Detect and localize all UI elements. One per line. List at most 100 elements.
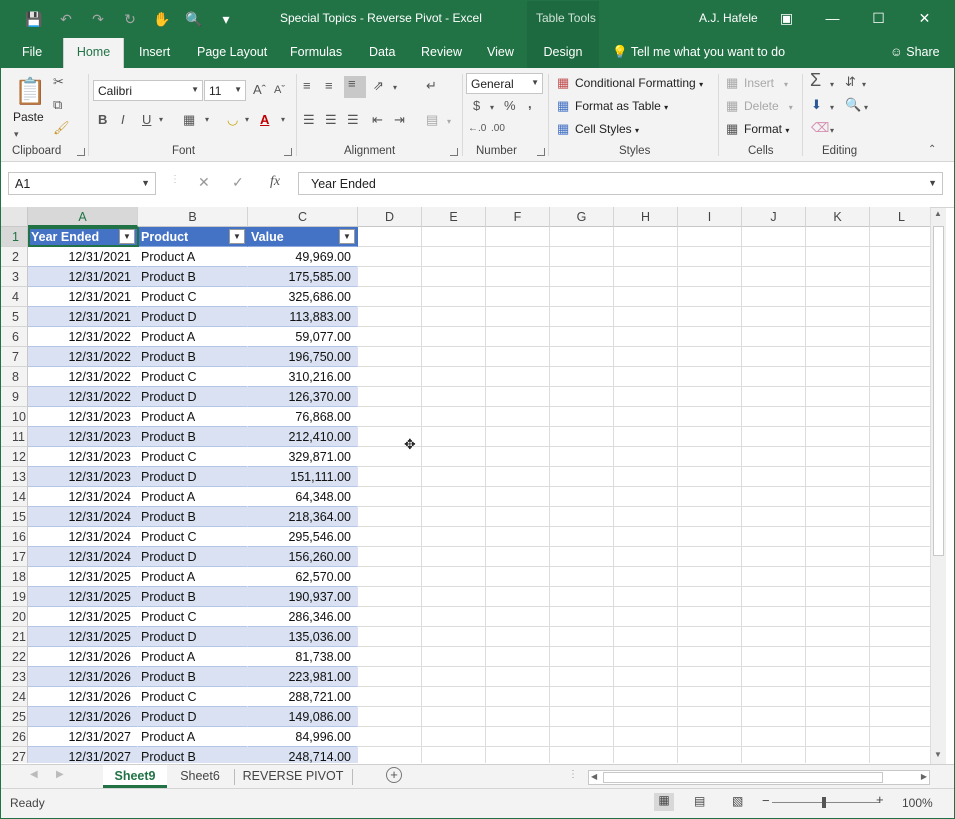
empty-cell[interactable] (806, 267, 870, 287)
empty-cell[interactable] (806, 707, 870, 727)
empty-cell[interactable] (486, 387, 550, 407)
column-header[interactable]: J (742, 207, 806, 227)
empty-cell[interactable] (550, 727, 614, 747)
product-cell[interactable]: Product C (138, 527, 248, 547)
empty-cell[interactable] (422, 527, 486, 547)
empty-cell[interactable] (422, 647, 486, 667)
fill-dropdown-icon[interactable]: ▾ (830, 100, 834, 116)
empty-cell[interactable] (614, 287, 678, 307)
empty-cell[interactable] (486, 667, 550, 687)
empty-cell[interactable] (870, 447, 930, 467)
empty-cell[interactable] (806, 727, 870, 747)
empty-cell[interactable] (678, 247, 742, 267)
product-cell[interactable]: Product A (138, 327, 248, 347)
align-top-icon[interactable]: ≡ (303, 78, 311, 94)
product-cell[interactable]: Product B (138, 747, 248, 763)
empty-cell[interactable] (806, 287, 870, 307)
empty-cell[interactable] (742, 387, 806, 407)
empty-cell[interactable] (870, 547, 930, 567)
row-header[interactable]: 22 (0, 647, 28, 667)
orientation-dropdown-icon[interactable]: ▾ (393, 80, 397, 96)
product-cell[interactable]: Product C (138, 447, 248, 467)
empty-cell[interactable] (806, 327, 870, 347)
row-header[interactable]: 1 (0, 227, 28, 247)
sheet-tab-reverse-pivot[interactable]: REVERSE PIVOT (240, 765, 346, 788)
insert-cells-icon[interactable]: ▦ (726, 75, 738, 91)
empty-cell[interactable] (614, 487, 678, 507)
empty-cell[interactable] (614, 267, 678, 287)
minimize-icon[interactable]: — (810, 0, 855, 36)
empty-cell[interactable] (422, 547, 486, 567)
value-cell[interactable]: 149,086.00 (248, 707, 358, 727)
product-cell[interactable]: Product C (138, 687, 248, 707)
empty-cell[interactable] (742, 327, 806, 347)
empty-cell[interactable] (870, 427, 930, 447)
decrease-indent-icon[interactable]: ⇤ (372, 112, 383, 128)
empty-cell[interactable] (486, 227, 550, 247)
copy-icon[interactable]: ⧉ (53, 97, 62, 113)
value-cell[interactable]: 156,260.00 (248, 547, 358, 567)
empty-cell[interactable] (806, 467, 870, 487)
empty-cell[interactable] (678, 227, 742, 247)
empty-cell[interactable] (806, 307, 870, 327)
tab-review[interactable]: Review (421, 38, 463, 68)
empty-cell[interactable] (742, 447, 806, 467)
filter-dropdown-icon[interactable]: ▼ (229, 229, 245, 244)
normal-view-icon[interactable]: ▦ (654, 793, 674, 811)
split-handle-icon[interactable]: ⋮ (568, 769, 578, 780)
repeat-icon[interactable]: ↻ (114, 8, 146, 30)
empty-cell[interactable] (742, 507, 806, 527)
empty-cell[interactable] (550, 607, 614, 627)
empty-cell[interactable] (486, 627, 550, 647)
empty-cell[interactable] (550, 527, 614, 547)
empty-cell[interactable] (742, 527, 806, 547)
empty-cell[interactable] (486, 507, 550, 527)
empty-cell[interactable] (486, 707, 550, 727)
horizontal-scroll-thumb[interactable] (603, 772, 883, 783)
number-format-select[interactable]: General ▼ (466, 73, 543, 94)
empty-cell[interactable] (614, 347, 678, 367)
date-cell[interactable]: 12/31/2021 (28, 287, 138, 307)
row-header[interactable]: 10 (0, 407, 28, 427)
empty-cell[interactable] (870, 347, 930, 367)
value-cell[interactable]: 288,721.00 (248, 687, 358, 707)
empty-cell[interactable] (806, 487, 870, 507)
date-cell[interactable]: 12/31/2027 (28, 727, 138, 747)
empty-cell[interactable] (550, 667, 614, 687)
table-header-cell[interactable]: Value ▼ (248, 227, 358, 247)
empty-cell[interactable] (358, 307, 422, 327)
date-cell[interactable]: 12/31/2021 (28, 247, 138, 267)
font-color-icon[interactable]: A (260, 112, 269, 128)
empty-cell[interactable] (358, 527, 422, 547)
empty-cell[interactable] (678, 287, 742, 307)
merge-center-icon[interactable]: ▤ (426, 112, 438, 128)
empty-cell[interactable] (742, 627, 806, 647)
empty-cell[interactable] (614, 567, 678, 587)
empty-cell[interactable] (422, 327, 486, 347)
empty-cell[interactable] (422, 447, 486, 467)
empty-cell[interactable] (422, 367, 486, 387)
empty-cell[interactable] (614, 527, 678, 547)
tab-page-layout[interactable]: Page Layout (197, 38, 269, 68)
empty-cell[interactable] (550, 327, 614, 347)
scroll-left-icon[interactable]: ◀ (591, 772, 597, 781)
empty-cell[interactable] (742, 647, 806, 667)
value-cell[interactable]: 62,570.00 (248, 567, 358, 587)
row-header[interactable]: 15 (0, 507, 28, 527)
empty-cell[interactable] (614, 387, 678, 407)
row-header[interactable]: 24 (0, 687, 28, 707)
empty-cell[interactable] (678, 307, 742, 327)
empty-cell[interactable] (678, 587, 742, 607)
empty-cell[interactable] (422, 687, 486, 707)
empty-cell[interactable] (806, 607, 870, 627)
empty-cell[interactable] (742, 427, 806, 447)
empty-cell[interactable] (806, 547, 870, 567)
value-cell[interactable]: 76,868.00 (248, 407, 358, 427)
empty-cell[interactable] (742, 727, 806, 747)
empty-cell[interactable] (358, 267, 422, 287)
enter-icon[interactable]: ✓ (232, 174, 244, 191)
value-cell[interactable]: 196,750.00 (248, 347, 358, 367)
empty-cell[interactable] (742, 547, 806, 567)
empty-cell[interactable] (550, 747, 614, 763)
empty-cell[interactable] (678, 667, 742, 687)
